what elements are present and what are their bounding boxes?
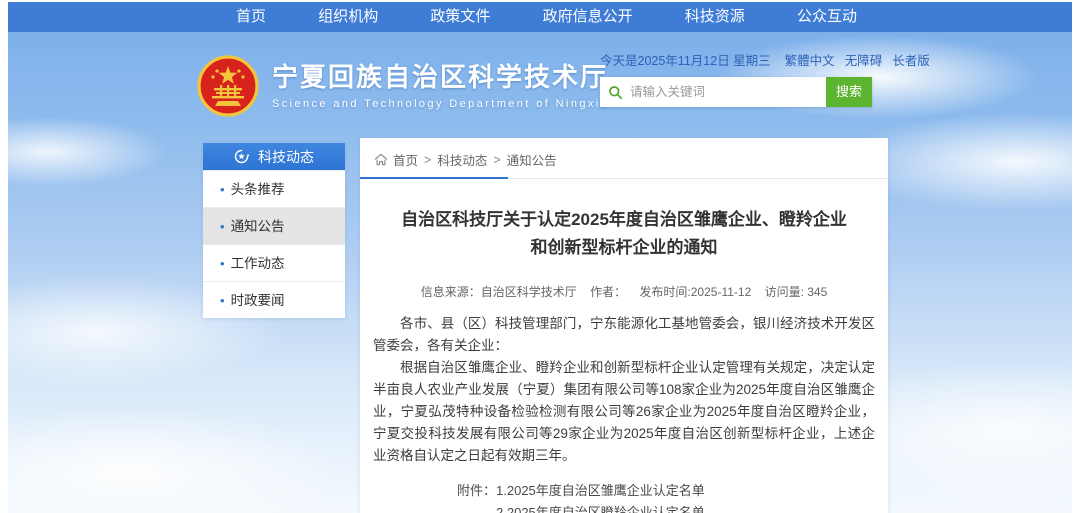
current-date-text: 今天是2025年11月12日 星期三 bbox=[600, 50, 771, 69]
attachments-list: 1.2025年度自治区雏鹰企业认定名单 2.2025年度自治区瞪羚企业认定名单 … bbox=[496, 480, 744, 513]
national-emblem-logo bbox=[196, 54, 260, 118]
link-accessibility[interactable]: 无障碍 bbox=[845, 50, 883, 69]
article-panel: 首页 > 科技动态 > 通知公告 自治区科技厅关于认定2025年度自治区雏鹰企业… bbox=[360, 138, 888, 513]
breadcrumb-separator: > bbox=[493, 153, 500, 167]
breadcrumb-divider bbox=[360, 178, 888, 179]
site-subtitle: Science and Technology Department of Nin… bbox=[272, 98, 609, 110]
article-meta: 信息来源：自治区科学技术厅 作者： 发布时间:2025-11-12 访问量: 3… bbox=[360, 283, 888, 300]
sidebar-item-label: 时政要闻 bbox=[231, 293, 285, 308]
sidebar-item-notices[interactable]: • 通知公告 bbox=[203, 207, 345, 244]
site-search: 搜索 bbox=[600, 77, 872, 107]
search-icon bbox=[608, 85, 623, 100]
bullet-dot-icon: • bbox=[220, 219, 225, 234]
attachments-label: 附件： bbox=[457, 480, 496, 513]
brand-text: 宁夏回族自治区科学技术厅 Science and Technology Depa… bbox=[272, 62, 609, 110]
top-navigation: 首页 组织机构 政策文件 政府信息公开 科技资源 公众互动 bbox=[8, 2, 1072, 32]
search-input[interactable] bbox=[630, 85, 818, 99]
breadcrumb-accent-bar bbox=[360, 177, 508, 179]
nav-item-policy-documents[interactable]: 政策文件 bbox=[430, 2, 490, 32]
article-title-line1: 自治区科技厅关于认定2025年度自治区雏鹰企业、瞪羚企业 bbox=[401, 210, 847, 229]
sidebar-title: 科技动态 bbox=[258, 147, 314, 167]
meta-source: 信息来源：自治区科学技术厅 bbox=[421, 285, 577, 299]
sidebar-item-label: 工作动态 bbox=[231, 256, 285, 271]
article-paragraph: 根据自治区雏鹰企业、瞪羚企业和创新型标杆企业认定管理有关规定，决定认定半亩良人农… bbox=[373, 357, 875, 467]
link-traditional-chinese[interactable]: 繁體中文 bbox=[785, 50, 835, 69]
article-title: 自治区科技厅关于认定2025年度自治区雏鹰企业、瞪羚企业 和创新型标杆企业的通知 bbox=[360, 206, 888, 262]
article-body: 各市、县（区）科技管理部门，宁东能源化工基地管委会，银川经济技术开发区管委会，各… bbox=[360, 313, 888, 467]
sidebar-item-work-updates[interactable]: • 工作动态 bbox=[203, 244, 345, 281]
site-title: 宁夏回族自治区科学技术厅 bbox=[272, 62, 609, 92]
sidebar-item-label: 通知公告 bbox=[231, 219, 285, 234]
sidebar-header: 科技动态 bbox=[203, 143, 345, 170]
circled-star-icon bbox=[234, 149, 249, 164]
bullet-dot-icon: • bbox=[220, 293, 225, 308]
breadcrumb-separator: > bbox=[424, 153, 431, 167]
search-box bbox=[600, 77, 826, 107]
header-utilities: 今天是2025年11月12日 星期三 繁體中文 无障碍 长者版 搜索 bbox=[600, 50, 872, 107]
nav-item-tech-resources[interactable]: 科技资源 bbox=[685, 2, 745, 32]
sidebar-item-current-politics[interactable]: • 时政要闻 bbox=[203, 281, 345, 318]
sidebar-item-label: 头条推荐 bbox=[231, 182, 285, 197]
home-icon bbox=[374, 153, 388, 166]
article-title-line2: 和创新型标杆企业的通知 bbox=[531, 238, 718, 257]
nav-item-organization[interactable]: 组织机构 bbox=[318, 2, 378, 32]
attachment-link-gazelle-list[interactable]: 2.2025年度自治区瞪羚企业认定名单 bbox=[496, 502, 744, 513]
nav-item-gov-info-disclosure[interactable]: 政府信息公开 bbox=[543, 2, 633, 32]
site-header: 宁夏回族自治区科学技术厅 Science and Technology Depa… bbox=[8, 32, 1072, 140]
breadcrumb-notices[interactable]: 通知公告 bbox=[507, 150, 557, 169]
breadcrumb-home[interactable]: 首页 bbox=[393, 150, 418, 169]
attachments-block: 附件： 1.2025年度自治区雏鹰企业认定名单 2.2025年度自治区瞪羚企业认… bbox=[360, 480, 888, 513]
date-and-links-row: 今天是2025年11月12日 星期三 繁體中文 无障碍 长者版 bbox=[600, 50, 872, 69]
bullet-dot-icon: • bbox=[220, 182, 225, 197]
breadcrumb: 首页 > 科技动态 > 通知公告 bbox=[360, 138, 888, 178]
sidebar-item-headline-recommend[interactable]: • 头条推荐 bbox=[203, 170, 345, 207]
sidebar-tech-news: 科技动态 • 头条推荐 • 通知公告 • 工作动态 • 时政要闻 bbox=[203, 143, 345, 318]
site-brand[interactable]: 宁夏回族自治区科学技术厅 Science and Technology Depa… bbox=[196, 54, 609, 118]
page-container: 首页 组织机构 政策文件 政府信息公开 科技资源 公众互动 bbox=[8, 2, 1072, 513]
meta-views: 访问量: 345 bbox=[765, 285, 828, 299]
attachment-link-eagle-list[interactable]: 1.2025年度自治区雏鹰企业认定名单 bbox=[496, 480, 744, 502]
bullet-dot-icon: • bbox=[220, 256, 225, 271]
search-button[interactable]: 搜索 bbox=[826, 77, 872, 107]
link-elder-version[interactable]: 长者版 bbox=[892, 50, 930, 69]
nav-item-public-interaction[interactable]: 公众互动 bbox=[797, 2, 857, 32]
meta-publish-time: 发布时间:2025-11-12 bbox=[639, 285, 751, 299]
meta-author: 作者： bbox=[590, 285, 626, 299]
article-paragraph: 各市、县（区）科技管理部门，宁东能源化工基地管委会，银川经济技术开发区管委会，各… bbox=[373, 313, 875, 357]
breadcrumb-tech-news[interactable]: 科技动态 bbox=[437, 150, 487, 169]
nav-item-home[interactable]: 首页 bbox=[236, 2, 266, 32]
